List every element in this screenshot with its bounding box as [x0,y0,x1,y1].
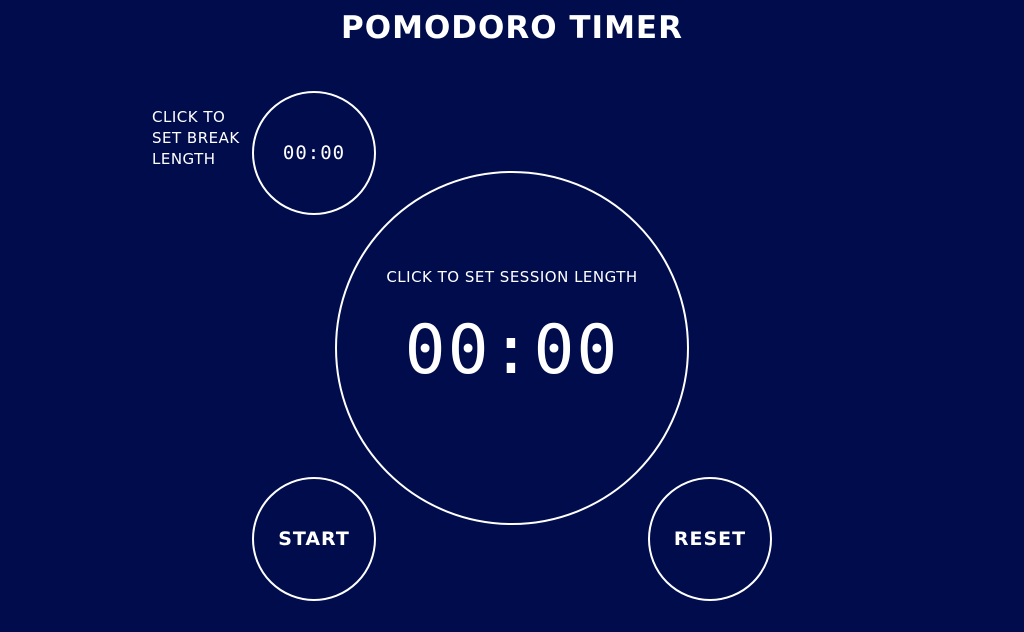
session-time-display: 00:00 [404,311,620,390]
break-time-display: 00:00 [282,142,346,164]
start-button[interactable]: START [252,477,376,601]
session-length-button[interactable]: CLICK TO SET SESSION LENGTH 00:00 [335,171,689,525]
session-length-label: CLICK TO SET SESSION LENGTH [386,268,638,286]
reset-button[interactable]: RESET [648,477,772,601]
page-title: POMODORO TIMER [341,10,683,46]
break-length-label: CLICK TO SET BREAK LENGTH [152,108,240,168]
break-length-button[interactable]: 00:00 [252,91,376,215]
